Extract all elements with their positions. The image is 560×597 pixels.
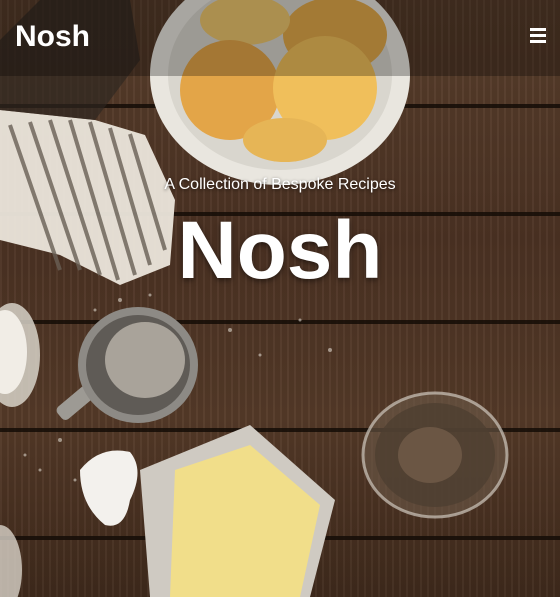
hero-title: Nosh: [177, 205, 383, 296]
bowl-left: [0, 303, 40, 407]
measuring-cup: [56, 307, 198, 423]
egg-shell: [80, 450, 138, 526]
navbar: Nosh: [0, 0, 560, 76]
hero-tagline: A Collection of Bespoke Recipes: [164, 176, 396, 193]
butter-block: [140, 425, 335, 597]
bowl-bottom-left: [0, 525, 22, 597]
hamburger-menu-icon[interactable]: [530, 28, 546, 43]
food-photo-illustration: [0, 0, 509, 597]
hero-background: Nosh A Collection of Bespoke Recipes Nos…: [0, 0, 560, 597]
brand-logo[interactable]: Nosh: [15, 20, 90, 54]
glass-bowl: [361, 391, 509, 519]
